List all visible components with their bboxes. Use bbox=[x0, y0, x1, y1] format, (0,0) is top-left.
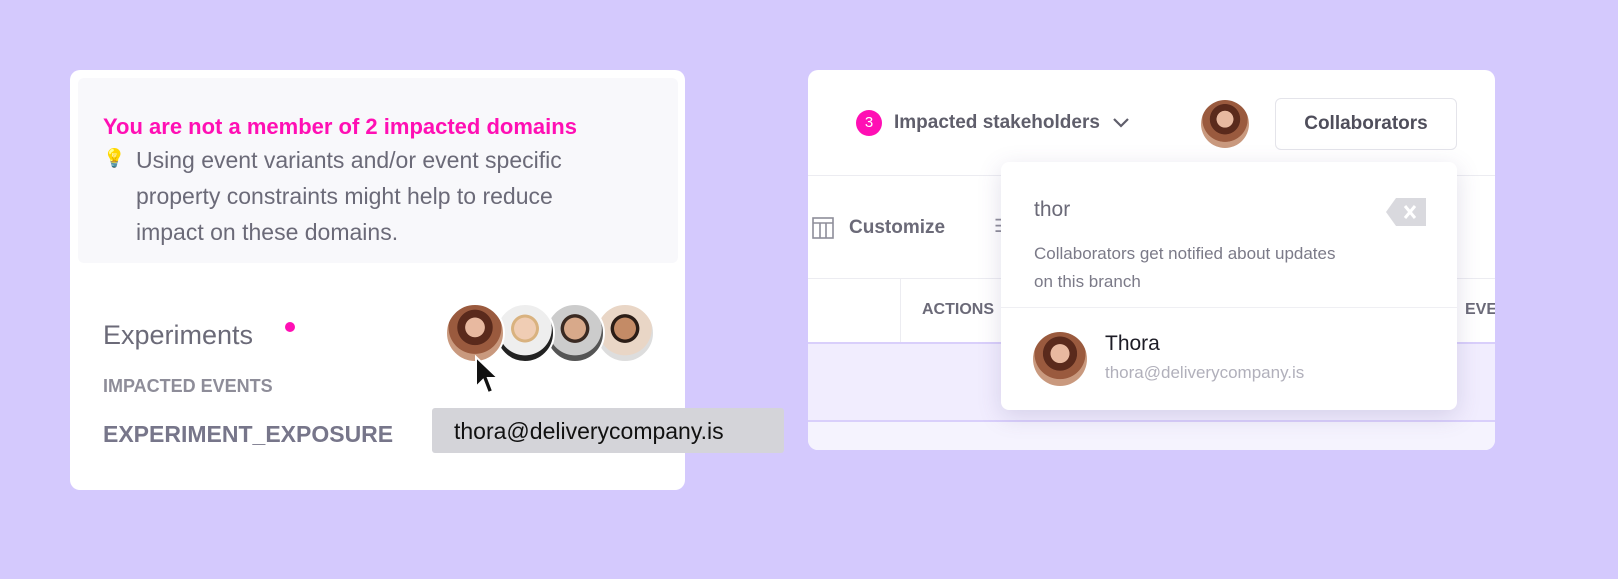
table-columns-icon bbox=[812, 217, 834, 239]
alert-title: You are not a member of 2 impacted domai… bbox=[103, 114, 577, 139]
table-row[interactable] bbox=[808, 422, 1495, 450]
avatar-thora bbox=[1033, 332, 1087, 386]
current-user-avatar[interactable] bbox=[1201, 100, 1249, 148]
column-divider bbox=[900, 278, 901, 342]
collaborator-result[interactable]: Thora thora@deliverycompany.is bbox=[1001, 308, 1457, 408]
column-header-events[interactable]: EVE bbox=[1465, 301, 1495, 319]
unread-dot bbox=[285, 322, 295, 332]
result-email: thora@deliverycompany.is bbox=[1105, 363, 1305, 382]
result-name: Thora bbox=[1105, 332, 1160, 355]
stakeholders-label: Impacted stakeholders bbox=[894, 112, 1100, 133]
collaborator-search-popover: thor Collaborators get notified about up… bbox=[1001, 162, 1457, 410]
clear-input-icon[interactable] bbox=[1386, 198, 1426, 226]
events-label: IMPACTED EVENTS bbox=[103, 376, 273, 396]
avatar-thora[interactable] bbox=[445, 303, 505, 363]
email-tooltip: thora@deliverycompany.is bbox=[432, 408, 784, 453]
customize-button[interactable]: Customize bbox=[849, 217, 945, 239]
collaborators-hint: Collaborators get notified about updates… bbox=[1034, 244, 1336, 291]
lightbulb-icon: 💡 bbox=[103, 148, 126, 168]
chevron-down-icon bbox=[1113, 118, 1129, 128]
collaborators-button[interactable]: Collaborators bbox=[1275, 98, 1457, 150]
stakeholders-dropdown[interactable]: 3 Impacted stakeholders bbox=[856, 110, 1130, 136]
stakeholders-count-badge: 3 bbox=[856, 110, 882, 136]
domain-name: Experiments bbox=[103, 320, 254, 350]
collaborator-search-input[interactable]: thor bbox=[1034, 198, 1070, 222]
cursor-icon bbox=[475, 355, 501, 395]
alert-text: Using event variants and/or event specif… bbox=[136, 147, 562, 245]
event-name: EXPERIMENT_EXPOSURE bbox=[103, 421, 394, 447]
column-header-actions[interactable]: ACTIONS bbox=[922, 301, 994, 319]
alert-box: You are not a member of 2 impacted domai… bbox=[78, 78, 678, 263]
